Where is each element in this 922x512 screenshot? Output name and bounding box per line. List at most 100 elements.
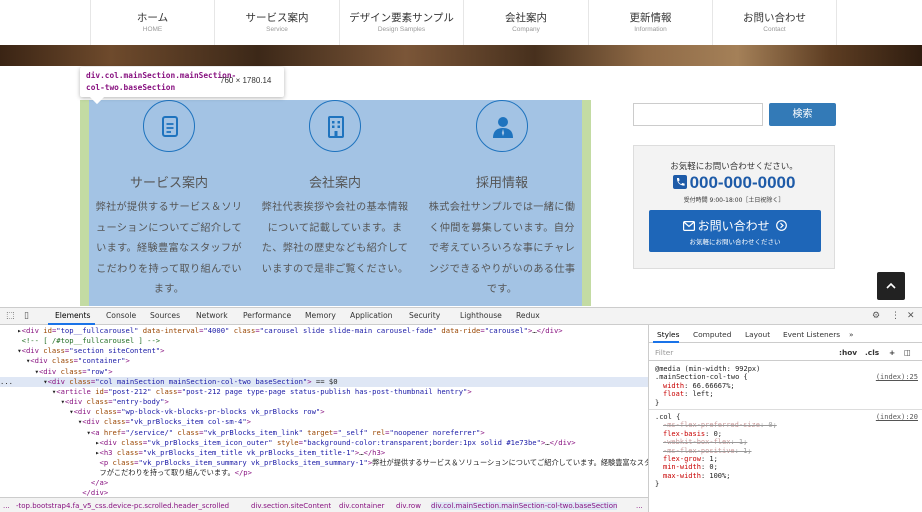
- dom-node-line[interactable]: </a>: [0, 478, 648, 488]
- tab-computed[interactable]: Computed: [693, 330, 731, 339]
- dom-node-selected[interactable]: ... ▾<div class="col mainSection mainSec…: [0, 376, 648, 387]
- contact-hours: 受付時間 9:00-18:00［土日祝除く］: [683, 197, 785, 204]
- pr-block-service[interactable]: サービス案内 弊社が提供するサービス＆ソリューションについてご紹介しています。経…: [89, 100, 249, 306]
- tab-performance[interactable]: Performance: [243, 311, 291, 320]
- css-property[interactable]: width: 66.66667%;: [663, 382, 735, 390]
- sidebar-toggle-icon[interactable]: ◫: [904, 348, 911, 357]
- dom-node-line[interactable]: ▾<div class="container">: [0, 356, 648, 366]
- css-property[interactable]: flex-basis: 0;: [663, 430, 722, 438]
- dom-node-line[interactable]: ▾<div class="vk_prBlocks_item col-sm-4">: [0, 417, 648, 427]
- class-toggle[interactable]: .cls: [865, 348, 879, 357]
- css-selector[interactable]: .col {: [655, 413, 680, 421]
- dom-node-line[interactable]: <p class="vk_prBlocks_item_summary vk_pr…: [0, 458, 648, 468]
- pr-block-title: 会社案内: [308, 176, 361, 191]
- css-selector[interactable]: .mainSection-col-two {: [655, 373, 748, 381]
- tab-layout[interactable]: Layout: [745, 330, 770, 339]
- contact-button[interactable]: お問い合わせ お気軽にお問い合わせください: [649, 210, 821, 252]
- tab-elements[interactable]: Elements: [55, 311, 90, 320]
- tab-lighthouse[interactable]: Lighthouse: [460, 311, 502, 320]
- devtools-panel: ⬚ ▯ Elements Console Sources Network Per…: [0, 307, 922, 512]
- dom-node-line[interactable]: ▸<h3 class="vk_prBlocks_item_title vk_pr…: [0, 448, 648, 458]
- tab-event-listeners[interactable]: Event Listeners: [783, 330, 840, 339]
- hover-state-toggle[interactable]: :hov: [839, 348, 857, 357]
- dom-node-line[interactable]: ▾<article id="post-212" class="post-212 …: [0, 387, 648, 397]
- breadcrumb-item[interactable]: div.row: [396, 502, 421, 510]
- dom-node-line[interactable]: ▾<div class="entry-body">: [0, 397, 648, 407]
- css-source-link[interactable]: (index):25: [876, 373, 918, 381]
- tab-security[interactable]: Security: [409, 311, 440, 320]
- css-selector[interactable]: @media (min-width: 992px): [655, 365, 760, 373]
- nav-item-design-samples[interactable]: デザイン要素サンプル Design Samples: [339, 0, 463, 45]
- contact-widget: お気軽にお問い合わせください。 000-000-0000 受付時間 9:00-1…: [633, 145, 835, 269]
- device-toolbar-icon[interactable]: ▯: [24, 311, 29, 321]
- css-rule-end[interactable]: }: [655, 480, 659, 488]
- pr-block-company[interactable]: 会社案内 弊社代表挨拶や会社の基本情報について記載しています。また、弊社の歴史な…: [255, 100, 415, 306]
- css-property[interactable]: -ms-flex-positive: 1;: [663, 447, 752, 455]
- nav-item-label: 会社案内: [505, 12, 547, 24]
- dom-node-line[interactable]: </div>: [0, 488, 648, 497]
- page-top-button[interactable]: [877, 272, 905, 300]
- css-property[interactable]: min-width: 0;: [663, 463, 718, 471]
- tab-network[interactable]: Network: [196, 311, 228, 320]
- pr-icon-circle: [476, 100, 528, 152]
- padding-highlight-left: [80, 100, 89, 306]
- dom-node-line[interactable]: <!-- [ /#top__fullcarousel ] -->: [0, 336, 648, 346]
- add-rule-button[interactable]: +: [889, 348, 895, 357]
- css-property[interactable]: -webkit-box-flex: 1;: [663, 438, 747, 446]
- padding-highlight-right: [582, 100, 591, 306]
- search-button[interactable]: 検索: [769, 103, 836, 126]
- breadcrumb-item[interactable]: -top.bootstrap4.fa_v5_css.device-pc.scro…: [16, 502, 229, 510]
- more-tabs-chevron[interactable]: »: [849, 330, 854, 339]
- dom-node-line[interactable]: ▾<div class="row">: [0, 367, 648, 377]
- nav-item-service[interactable]: サービス案内 Service: [214, 0, 339, 45]
- tab-styles[interactable]: Styles: [657, 330, 679, 339]
- styles-filter-row: Filter :hov .cls + ◫: [649, 343, 922, 361]
- css-property[interactable]: max-width: 100%;: [663, 472, 730, 480]
- breadcrumb-overflow-right[interactable]: ...: [636, 502, 643, 510]
- inspect-element-icon[interactable]: ⬚: [6, 311, 15, 321]
- css-property[interactable]: -ms-flex-preferred-size: 0;: [663, 421, 777, 429]
- tab-console[interactable]: Console: [106, 311, 136, 320]
- dom-node-line[interactable]: ▾<div class="section siteContent">: [0, 346, 648, 356]
- hero-image-strip: [0, 45, 922, 66]
- tab-redux[interactable]: Redux: [516, 311, 540, 320]
- tab-memory[interactable]: Memory: [305, 311, 336, 320]
- contact-phone-number: 000-000-0000: [689, 173, 796, 192]
- close-icon[interactable]: ✕: [907, 311, 915, 321]
- contact-phone[interactable]: 000-000-0000: [634, 173, 834, 193]
- tab-application[interactable]: Application: [350, 311, 392, 320]
- dom-node-line[interactable]: ▾<div class="wp-block-vk-blocks-pr-block…: [0, 407, 648, 417]
- tab-sources[interactable]: Sources: [150, 311, 180, 320]
- settings-icon[interactable]: ⚙: [872, 311, 880, 321]
- search-input[interactable]: [633, 103, 763, 126]
- css-rule-end[interactable]: }: [655, 399, 659, 407]
- main-section-highlight[interactable]: サービス案内 弊社が提供するサービス＆ソリューションについてご紹介しています。経…: [89, 100, 582, 306]
- breadcrumb-overflow-left[interactable]: ...: [3, 502, 10, 510]
- css-property[interactable]: flex-grow: 1;: [663, 455, 718, 463]
- nav-item-sublabel: HOME: [142, 26, 163, 33]
- nav-item-contact[interactable]: お問い合わせ Contact: [712, 0, 837, 45]
- elements-tree[interactable]: ▸<div id="top__fullcarousel" data-interv…: [0, 325, 648, 497]
- pr-block-recruit[interactable]: 採用情報 株式会社サンプルでは一緒に働く仲間を募集しています。自分で考えていろい…: [422, 100, 582, 306]
- more-options-icon[interactable]: ⋮: [891, 311, 900, 321]
- pr-block-summary: 株式会社サンプルでは一緒に働く仲間を募集しています。自分で考えていろいろな事にチ…: [428, 202, 576, 295]
- nav-item-information[interactable]: 更新情報 Information: [588, 0, 712, 45]
- dom-node-line[interactable]: ▸<div id="top__fullcarousel" data-interv…: [0, 326, 648, 336]
- dom-node-line[interactable]: ▸<div class="vk_prBlocks_item_icon_outer…: [0, 438, 648, 448]
- contact-button-label: お問い合わせ: [649, 217, 821, 234]
- css-source-link[interactable]: (index):20: [876, 413, 918, 421]
- arrow-circle-right-icon: [776, 220, 788, 231]
- breadcrumb-item-selected[interactable]: div.col.mainSection.mainSection-col-two.…: [431, 502, 618, 510]
- styles-filter-input[interactable]: Filter: [655, 348, 673, 357]
- nav-item-company[interactable]: 会社案内 Company: [463, 0, 588, 45]
- dom-node-line[interactable]: フがこだわりを持って取り組んでいます。</p>: [0, 468, 648, 478]
- nav-item-sublabel: Company: [512, 26, 540, 33]
- breadcrumb-item[interactable]: div.section.siteContent: [251, 502, 331, 510]
- breadcrumb-item[interactable]: div.container: [339, 502, 384, 510]
- css-property[interactable]: float: left;: [663, 390, 714, 398]
- document-icon: [162, 116, 178, 137]
- nav-item-label: ホーム: [136, 12, 169, 24]
- rule-divider: [649, 409, 922, 410]
- nav-item-home[interactable]: ホーム HOME: [90, 0, 214, 45]
- dom-node-line[interactable]: ▾<a href="/service/" class="vk_prBlocks_…: [0, 428, 648, 438]
